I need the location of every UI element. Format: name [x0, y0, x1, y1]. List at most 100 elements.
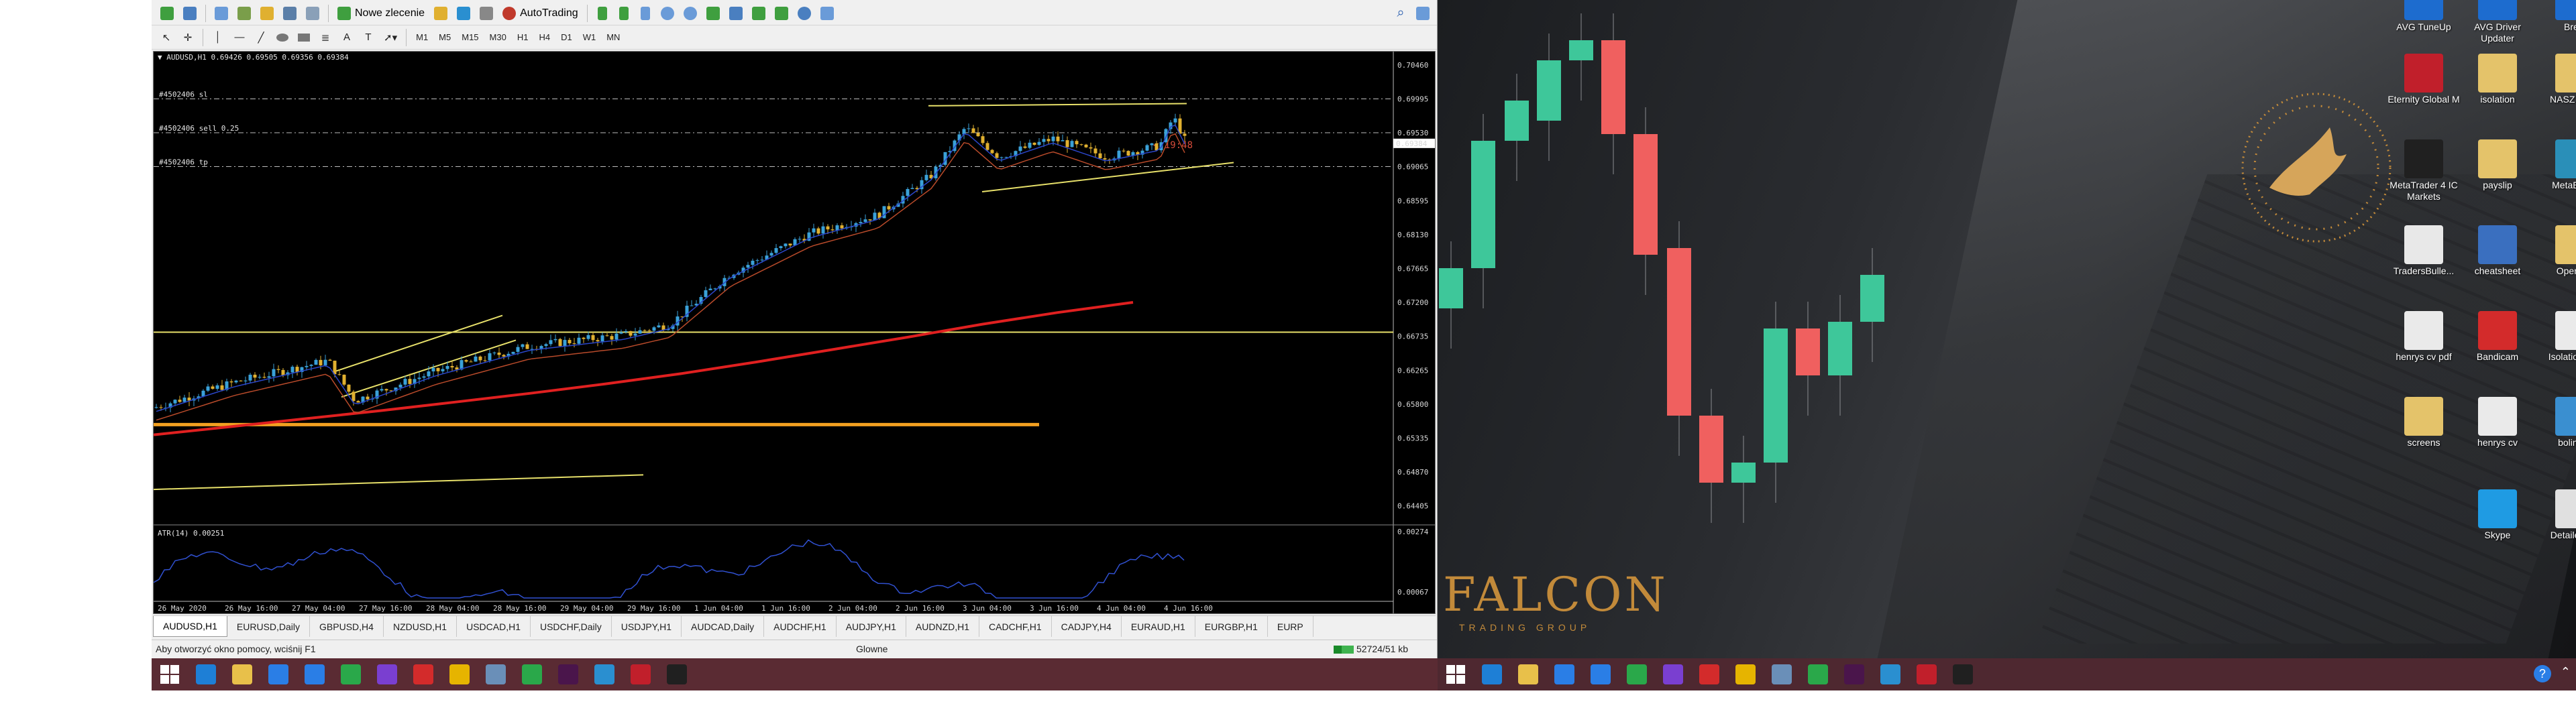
taskbar2-chrome-button[interactable]	[1727, 658, 1764, 690]
desktop-icon[interactable]: henrys cv	[2461, 397, 2534, 448]
periods-button[interactable]	[794, 4, 814, 23]
timeframe-w1[interactable]: W1	[579, 29, 600, 46]
indicators-button[interactable]	[771, 4, 792, 23]
taskbar2-photos2-button[interactable]	[1872, 658, 1909, 690]
chart-tab[interactable]: AUDUSD,H1	[153, 616, 227, 637]
desktop-icon[interactable]: henrys cv pdf	[2387, 311, 2461, 363]
taskbar-evernote-button[interactable]	[514, 658, 550, 690]
candles-button[interactable]	[614, 4, 633, 23]
autotrading-button[interactable]: AutoTrading	[499, 4, 582, 23]
vertical-line-tool[interactable]: │	[209, 28, 227, 47]
chart-tab[interactable]: EURUSD,Daily	[227, 616, 311, 637]
chat-button[interactable]	[1413, 4, 1433, 23]
taskbar2-photos-button[interactable]	[1655, 658, 1691, 690]
taskbar-photos2-button[interactable]	[586, 658, 623, 690]
price-chart[interactable]: 0.70460 0.69995 0.69530 0.69065 0.68595 0.681…	[153, 51, 1436, 614]
label-tool[interactable]: T	[359, 28, 378, 47]
desktop-icon[interactable]: isolation	[2461, 54, 2534, 105]
text-tool[interactable]: A	[337, 28, 356, 47]
chart-canvas[interactable]: 0.70460 0.69995 0.69530 0.69065 0.68595 0.681…	[154, 52, 1436, 614]
desktop-icon[interactable]: cheatsheet	[2461, 225, 2534, 277]
desktop-icon[interactable]: screens	[2387, 397, 2461, 448]
chart-tab[interactable]: NZDUSD,H1	[384, 616, 458, 637]
arrows-tool[interactable]: ➚▾	[380, 28, 400, 47]
taskbar-photos-button[interactable]	[369, 658, 405, 690]
taskbar-explorer-button[interactable]	[224, 658, 260, 690]
desktop-icon[interactable]: Openbro	[2538, 225, 2576, 277]
desktop-icon[interactable]: Brevi	[2538, 0, 2576, 33]
desktop-icon[interactable]: TradersBulle...	[2387, 225, 2461, 277]
desktop-icon[interactable]: payslip	[2461, 139, 2534, 191]
signals-button[interactable]	[476, 4, 496, 23]
chart-tab[interactable]: AUDNZD,H1	[906, 616, 980, 637]
taskbar2-onedrive-button[interactable]	[1582, 658, 1619, 690]
chart-tab[interactable]: USDCHF,Daily	[531, 616, 612, 637]
desktop-icon[interactable]: bolinger	[2538, 397, 2576, 448]
taskbar-eternity-button[interactable]	[623, 658, 659, 690]
new-chart-button[interactable]	[157, 4, 177, 23]
meta-editor-button[interactable]	[431, 4, 451, 23]
line-chart-button[interactable]	[636, 4, 655, 23]
taskbar2-explorer-button[interactable]	[1510, 658, 1546, 690]
timeframe-mn[interactable]: MN	[602, 29, 624, 46]
chart-tab[interactable]: CADJPY,H4	[1052, 616, 1122, 637]
desktop-icon[interactable]: Skype	[2461, 489, 2534, 541]
timeframe-m1[interactable]: M1	[412, 29, 432, 46]
desktop-icon[interactable]: MetaEditor	[2538, 139, 2576, 191]
taskbar2-evernote-button[interactable]	[1800, 658, 1836, 690]
chart-tab[interactable]: EURP	[1268, 616, 1313, 637]
taskbar2-paint-button[interactable]	[1764, 658, 1800, 690]
taskbar-onedrive-button[interactable]	[297, 658, 333, 690]
taskbar2-slack-button[interactable]	[1836, 658, 1872, 690]
crosshair-tool[interactable]: ✛	[178, 28, 197, 47]
timeframe-h1[interactable]: H1	[513, 29, 533, 46]
chart-tab[interactable]: EURAUD,H1	[1122, 616, 1195, 637]
chart-shift-button[interactable]	[726, 4, 746, 23]
data-window-button[interactable]	[234, 4, 254, 23]
taskbar2-dropbox-button[interactable]	[1546, 658, 1582, 690]
taskbar2-store-button[interactable]	[1619, 658, 1655, 690]
taskbar2-ie-button[interactable]	[1474, 658, 1510, 690]
desktop-icon[interactable]: AVG Driver Updater	[2461, 0, 2534, 44]
ellipse-tool[interactable]	[273, 28, 292, 47]
desktop-icon[interactable]: AVG TuneUp	[2387, 0, 2461, 33]
chart-tab[interactable]: EURGBP,H1	[1195, 616, 1268, 637]
navigator-button[interactable]	[257, 4, 277, 23]
tile-windows-button[interactable]	[703, 4, 723, 23]
chart-tab[interactable]: AUDJPY,H1	[837, 616, 906, 637]
desktop-icon[interactable]: MetaTrader 4 IC Markets	[2387, 139, 2461, 202]
taskbar-ie-button[interactable]	[188, 658, 224, 690]
market-button[interactable]	[453, 4, 474, 23]
taskbar-metatrader-button[interactable]	[659, 658, 695, 690]
new-order-button[interactable]: Nowe zlecenie	[334, 4, 428, 23]
chart-tab[interactable]: AUDCHF,H1	[764, 616, 837, 637]
taskbar-slack-button[interactable]	[550, 658, 586, 690]
bar-chart-button[interactable]	[593, 4, 612, 23]
taskbar2-eternity-button[interactable]	[1909, 658, 1945, 690]
cursor-tool[interactable]: ↖	[157, 28, 176, 47]
timeframe-h4[interactable]: H4	[535, 29, 554, 46]
chart-tab[interactable]: CADCHF,H1	[979, 616, 1052, 637]
timeframe-m15[interactable]: M15	[458, 29, 482, 46]
chevron-up-icon[interactable]: ⌃	[2561, 665, 2571, 682]
taskbar-dropbox-button[interactable]	[260, 658, 297, 690]
profile-name[interactable]: Glowne	[856, 644, 888, 654]
taskbar-opera-button[interactable]	[405, 658, 441, 690]
trendline-tool[interactable]: ╱	[252, 28, 270, 47]
desktop-icon[interactable]: Isolation-N...	[2538, 311, 2576, 363]
taskbar-start-button[interactable]	[152, 658, 188, 690]
timeframe-d1[interactable]: D1	[557, 29, 576, 46]
timeframe-m5[interactable]: M5	[435, 29, 455, 46]
profiles-button[interactable]	[180, 4, 200, 23]
desktop-icon[interactable]: DetailedSta	[2538, 489, 2576, 541]
taskbar-chrome-button[interactable]	[441, 658, 478, 690]
help-icon[interactable]: ?	[2533, 665, 2551, 682]
taskbar-store-button[interactable]	[333, 658, 369, 690]
horizontal-line-tool[interactable]: —	[230, 28, 249, 47]
chart-tab[interactable]: USDJPY,H1	[612, 616, 682, 637]
tester-button[interactable]	[303, 4, 323, 23]
timeframe-m30[interactable]: M30	[486, 29, 511, 46]
taskbar-paint-button[interactable]	[478, 658, 514, 690]
market-watch-button[interactable]	[211, 4, 231, 23]
taskbar2-opera-button[interactable]	[1691, 658, 1727, 690]
